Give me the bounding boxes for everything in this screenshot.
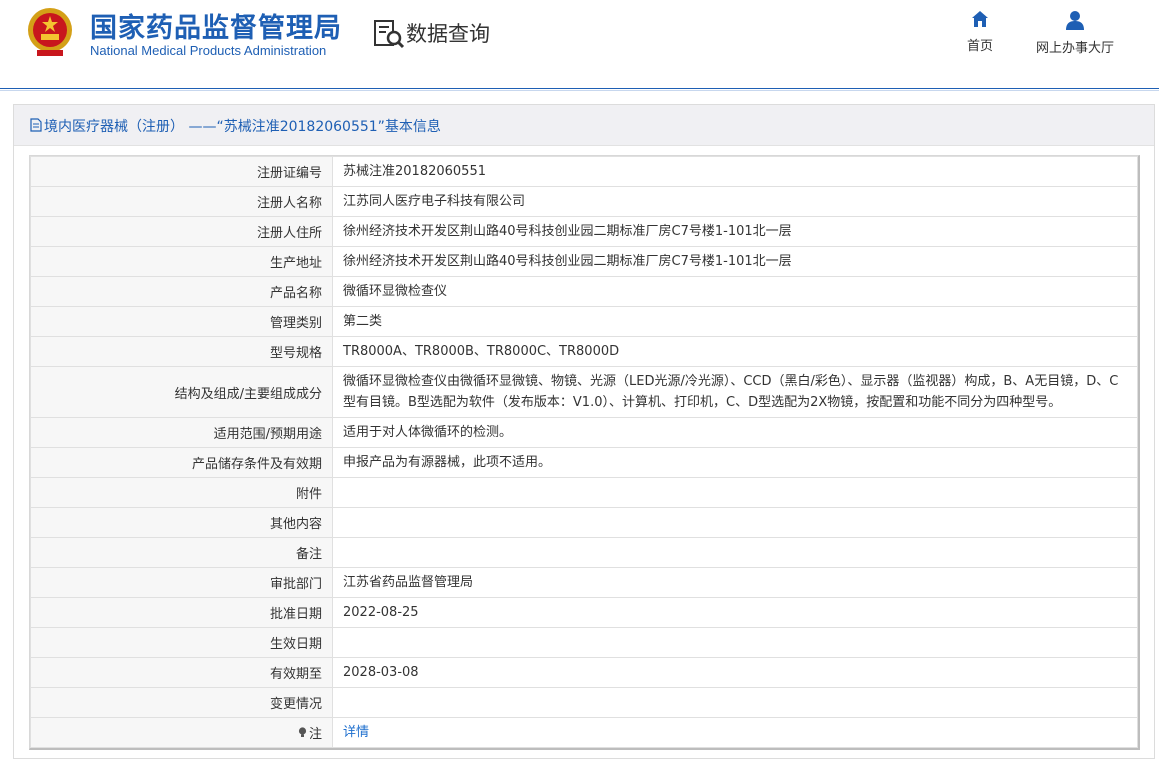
table-row: 变更情况 [30, 687, 1138, 718]
nav-home-label: 首页 [966, 39, 993, 54]
row-label: 产品储存条件及有效期 [30, 447, 333, 478]
org-name-en: National Medical Products Administration [90, 43, 327, 58]
document-icon [30, 118, 42, 132]
row-value [332, 477, 1138, 508]
header-divider [0, 90, 1159, 91]
row-label: 生效日期 [30, 627, 333, 658]
row-value: 2022-08-25 [332, 597, 1138, 628]
row-label: 生产地址 [30, 246, 333, 277]
panel-header: 境内医疗器械（注册） ——“苏械注准20182060551”基本信息 [14, 105, 1154, 146]
note-row: 注 详情 [30, 717, 1138, 748]
org-name-cn: 国家药品监督管理局 [90, 13, 342, 44]
row-value: 微循环显微检查仪 [332, 276, 1138, 307]
row-label: 批准日期 [30, 597, 333, 628]
row-label: 管理类别 [30, 306, 333, 337]
row-value [332, 537, 1138, 568]
table-row: 审批部门 江苏省药品监督管理局 [30, 567, 1138, 598]
detail-table: 注册证编号 苏械注准20182060551 注册人名称 江苏同人医疗电子科技有限公司… [29, 155, 1140, 750]
row-label: 有效期至 [30, 657, 333, 688]
row-label: 适用范围/预期用途 [30, 417, 333, 448]
table-row: 生效日期 [30, 627, 1138, 658]
table-row: 注册人名称 江苏同人医疗电子科技有限公司 [30, 186, 1138, 217]
row-label: 其他内容 [30, 507, 333, 538]
row-value [332, 687, 1138, 718]
row-label: 型号规格 [30, 336, 333, 367]
table-row: 生产地址 徐州经济技术开发区荆山路40号科技创业园二期标准厂房C7号楼1-101北… [30, 246, 1138, 277]
nav-online-service-hall-label: 网上办事大厅 [1035, 41, 1114, 56]
user-icon [1066, 11, 1084, 30]
row-value: 苏械注准20182060551 [332, 156, 1138, 187]
row-value: 徐州经济技术开发区荆山路40号科技创业园二期标准厂房C7号楼1-101北一层 [332, 216, 1138, 247]
table-row: 备注 [30, 537, 1138, 568]
table-row: 结构及组成/主要组成成分 微循环显微检查仪由微循环显微镜、物镜、光源（LED光源/… [30, 366, 1138, 418]
section-title: 数据查询 [406, 22, 490, 46]
row-value: 徐州经济技术开发区荆山路40号科技创业园二期标准厂房C7号楼1-101北一层 [332, 246, 1138, 277]
row-value: 第二类 [332, 306, 1138, 337]
home-icon [972, 11, 988, 27]
table-row: 产品储存条件及有效期 申报产品为有源器械，此项不适用。 [30, 447, 1138, 478]
table-row: 产品名称 微循环显微检查仪 [30, 276, 1138, 307]
table-row: 批准日期 2022-08-25 [30, 597, 1138, 628]
row-value: 2028-03-08 [332, 657, 1138, 688]
row-value: 江苏省药品监督管理局 [332, 567, 1138, 598]
nav-online-service-hall[interactable]: 网上办事大厅 [1030, 10, 1120, 56]
row-value: 江苏同人医疗电子科技有限公司 [332, 186, 1138, 217]
detail-table-body: 注册证编号 苏械注准20182060551 注册人名称 江苏同人医疗电子科技有限公司… [30, 156, 1138, 748]
row-value [332, 627, 1138, 658]
row-label: 注册人住所 [30, 216, 333, 247]
note-value-cell: 详情 [332, 717, 1138, 748]
site-header: 国家药品监督管理局 National Medical Products Admi… [0, 0, 1159, 89]
lightbulb-icon [298, 727, 307, 737]
row-label: 审批部门 [30, 567, 333, 598]
national-emblem-icon [28, 8, 72, 56]
row-label: 注册证编号 [30, 156, 333, 187]
row-value: TR8000A、TR8000B、TR8000C、TR8000D [332, 336, 1138, 367]
row-value: 申报产品为有源器械，此项不适用。 [332, 447, 1138, 478]
table-row: 注册证编号 苏械注准20182060551 [30, 156, 1138, 187]
row-label: 附件 [30, 477, 333, 508]
table-row: 型号规格 TR8000A、TR8000B、TR8000C、TR8000D [30, 336, 1138, 367]
table-row: 注册人住所 徐州经济技术开发区荆山路40号科技创业园二期标准厂房C7号楼1-101… [30, 216, 1138, 247]
details-link[interactable]: 详情 [343, 725, 369, 740]
table-row: 有效期至 2028-03-08 [30, 657, 1138, 688]
nav-home[interactable]: 首页 [960, 10, 1000, 54]
note-label: 注 [308, 727, 322, 742]
table-row: 管理类别 第二类 [30, 306, 1138, 337]
table-row: 适用范围/预期用途 适用于对人体微循环的检测。 [30, 417, 1138, 448]
table-row: 其他内容 [30, 507, 1138, 538]
data-query-icon [374, 20, 405, 49]
info-panel: 境内医疗器械（注册） ——“苏械注准20182060551”基本信息 注册证编号… [13, 104, 1155, 759]
row-value [332, 507, 1138, 538]
note-label-cell: 注 [30, 717, 333, 748]
row-label: 注册人名称 [30, 186, 333, 217]
row-label: 产品名称 [30, 276, 333, 307]
panel-title: 境内医疗器械（注册） ——“苏械注准20182060551”基本信息 [44, 119, 441, 135]
table-row: 附件 [30, 477, 1138, 508]
row-label: 结构及组成/主要组成成分 [30, 366, 333, 418]
row-label: 变更情况 [30, 687, 333, 718]
row-value: 微循环显微检查仪由微循环显微镜、物镜、光源（LED光源/冷光源）、CCD（黑白/… [332, 366, 1138, 418]
row-value: 适用于对人体微循环的检测。 [332, 417, 1138, 448]
row-label: 备注 [30, 537, 333, 568]
